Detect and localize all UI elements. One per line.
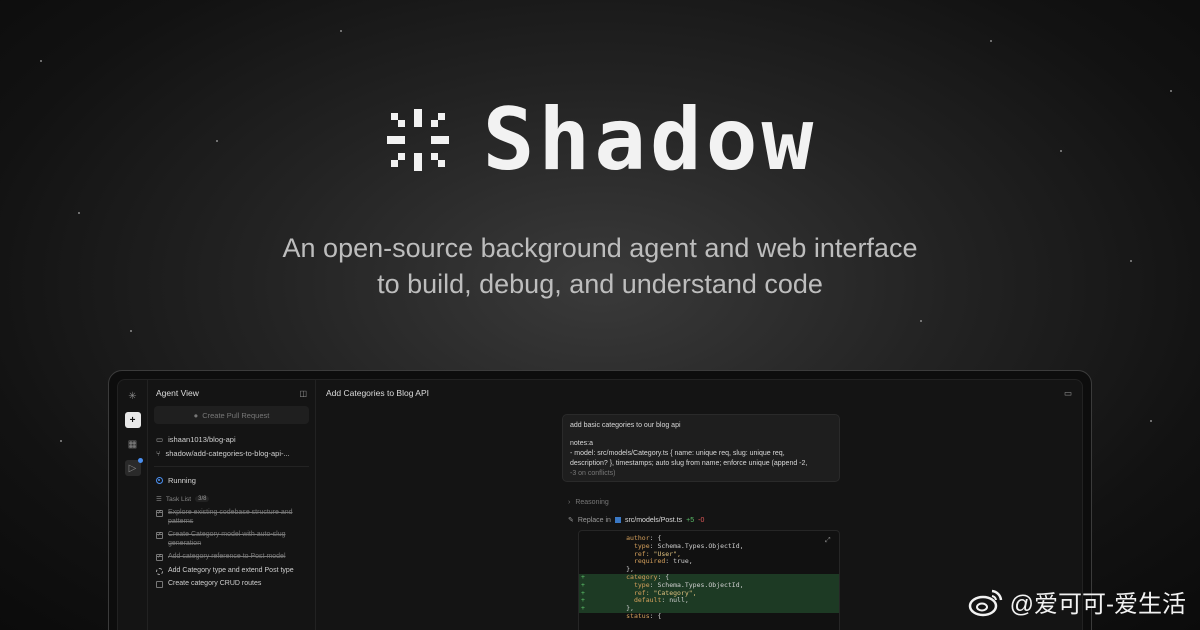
tagline-line-2: to build, debug, and understand code <box>377 269 823 299</box>
list-icon: ☰ <box>156 496 162 503</box>
repo-link[interactable]: ▭ ishaan1013/blog-api <box>154 432 309 446</box>
icon-rail: ✳ + ▦ ▷ <box>118 380 148 630</box>
code-value: : null, <box>661 596 689 605</box>
task-item[interactable]: Add Category type and extend Post type <box>154 567 309 576</box>
tagline: An open-source background agent and web … <box>0 230 1200 302</box>
github-icon: ● <box>193 410 199 420</box>
code-diff: ⤢ author: { type: Schema.Types.ObjectId,… <box>578 530 840 630</box>
watermark: @爱可可-爱生活 <box>968 584 1186 619</box>
hero: Shadow An open-source background agent a… <box>0 90 1200 302</box>
diff-marker: + <box>581 604 585 613</box>
brand-name: Shadow <box>482 90 818 190</box>
diff-marker <box>579 558 587 566</box>
branch-link[interactable]: ⑂ shadow/add-categories-to-blog-api-... <box>154 446 309 460</box>
reasoning-toggle[interactable]: › Reasoning <box>568 499 609 506</box>
shadow-logo-icon <box>386 109 449 171</box>
diff-marker <box>579 551 587 559</box>
code-value: : true, <box>665 557 693 566</box>
play-icon[interactable]: ▷ <box>124 458 143 476</box>
app-logo-icon: ✳ <box>128 390 137 402</box>
task-title: Add Categories to Blog API <box>326 388 430 398</box>
code-line: status: { <box>579 611 839 621</box>
running-icon <box>156 476 163 484</box>
task-item[interactable]: ✓ Explore existing codebase structure and… <box>154 509 309 526</box>
panel-toggle-icon[interactable]: ▭ <box>1064 388 1072 399</box>
agent-sidebar: Agent View ◫ ● Create Pull Request ▭ ish… <box>148 380 316 630</box>
new-task-button[interactable]: + <box>124 412 141 428</box>
collapse-sidebar-icon[interactable]: ◫ <box>299 389 307 398</box>
checkbox-checked-icon: ✓ <box>156 554 163 561</box>
divider <box>154 466 309 467</box>
tagline-line-1: An open-source background agent and web … <box>282 233 918 263</box>
diff-marker <box>579 613 587 621</box>
checkbox-checked-icon: ✓ <box>156 532 163 539</box>
diff-marker <box>579 543 587 551</box>
in-progress-icon <box>156 567 163 575</box>
app-preview-frame: ✳ + ▦ ▷ Agent View ◫ ● Create Pull Reque… <box>108 370 1092 630</box>
checkbox-checked-icon: ✓ <box>156 510 163 517</box>
task-list-header: ☰ Task List 3/8 <box>156 495 307 503</box>
code-value: : { <box>649 611 662 620</box>
run-status: Running <box>154 473 309 487</box>
task-count-badge: 3/8 <box>195 496 210 502</box>
app-window: ✳ + ▦ ▷ Agent View ◫ ● Create Pull Reque… <box>117 379 1083 630</box>
task-item[interactable]: Create category CRUD routes <box>154 580 309 589</box>
checkbox-empty-icon <box>156 581 163 588</box>
diff-marker <box>579 535 587 543</box>
chevron-right-icon: › <box>568 499 571 506</box>
folder-icon: ▭ <box>156 434 164 444</box>
code-key: status <box>626 611 650 620</box>
sidebar-title: Agent View <box>156 388 199 398</box>
edit-icon: ✎ <box>568 517 574 524</box>
expand-icon[interactable]: ⤢ <box>825 536 833 544</box>
git-branch-icon: ⑂ <box>156 448 161 458</box>
grid-icon[interactable]: ▦ <box>125 436 141 452</box>
create-pull-request-button[interactable]: ● Create Pull Request <box>154 406 309 424</box>
user-prompt-message: add basic categories to our blog api not… <box>562 414 840 482</box>
replace-tool-call[interactable]: ✎ Replace in src/models/Post.ts +5 -0 <box>568 516 704 525</box>
typescript-file-icon <box>614 517 621 523</box>
watermark-text: @爱可可-爱生活 <box>1009 591 1186 618</box>
brand-lockup: Shadow <box>0 90 1200 190</box>
task-item[interactable]: ✓ Create Category model with auto-slug ge… <box>154 531 309 548</box>
task-item[interactable]: ✓ Add category reference to Post model <box>154 553 309 562</box>
weibo-logo-icon <box>968 589 1002 616</box>
